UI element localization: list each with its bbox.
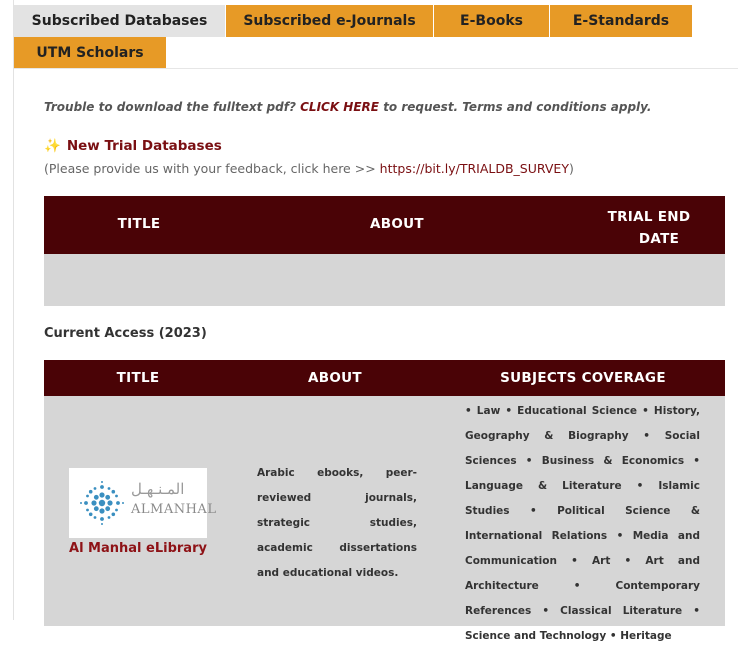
- current-col-subjects: SUBJECTS COVERAGE: [500, 370, 666, 386]
- almanhal-logo-icon: [80, 481, 124, 525]
- page-left-border: [13, 0, 14, 620]
- tab-ebooks[interactable]: E-Books: [434, 5, 549, 37]
- new-trial-heading: ✨ New Trial Databases: [44, 138, 222, 154]
- trial-col-end-date-line2: DATE: [638, 231, 680, 247]
- new-trial-title: New Trial Databases: [66, 138, 222, 154]
- almanhal-logo[interactable]: المـنـهـل ALMANHAL: [69, 468, 216, 538]
- current-table-header: TITLE ABOUT SUBJECTS COVERAGE: [44, 360, 725, 396]
- notice-suffix: to request. Terms and conditions apply.: [383, 100, 652, 114]
- trial-col-title: TITLE: [117, 216, 161, 232]
- download-notice: Trouble to download the fulltext pdf? CL…: [44, 100, 651, 114]
- current-col-title: TITLE: [116, 370, 160, 386]
- current-col-about: ABOUT: [308, 370, 362, 386]
- current-access-heading: Current Access (2023): [44, 326, 207, 341]
- feedback-suffix: ): [568, 161, 574, 176]
- click-here-link[interactable]: CLICK HERE: [300, 100, 379, 114]
- feedback-survey-link[interactable]: https://bit.ly/TRIALDB_SURVEY: [380, 161, 569, 176]
- tab-estandards[interactable]: E-Standards: [550, 5, 692, 37]
- notice-prefix: Trouble to download the fulltext pdf?: [44, 100, 296, 114]
- tab-subscribed-ejournals[interactable]: Subscribed e-Journals: [226, 5, 433, 37]
- tab-utm-scholars[interactable]: UTM Scholars: [14, 37, 166, 69]
- tab-subscribed-databases[interactable]: Subscribed Databases: [14, 5, 225, 37]
- tab-bar-divider: [14, 68, 738, 69]
- feedback-line: (Please provide us with your feedback, c…: [44, 161, 574, 176]
- trial-col-end-date: TRIAL END DATE: [584, 206, 714, 250]
- sparkle-icon: ✨: [44, 138, 61, 154]
- trial-col-about: ABOUT: [370, 216, 424, 232]
- feedback-prefix: (Please provide us with your feedback, c…: [44, 161, 376, 176]
- database-name-link[interactable]: Al Manhal eLibrary: [69, 541, 207, 556]
- logo-english-text: ALMANHAL: [131, 502, 217, 517]
- database-subjects: • Law • Educational Science • History, G…: [465, 405, 700, 642]
- database-about: Arabic ebooks, peer-reviewed journals, s…: [257, 467, 417, 579]
- trial-col-end-date-line1: TRIAL END: [607, 209, 691, 225]
- trial-table-header: TITLE ABOUT TRIAL END DATE: [44, 196, 725, 254]
- logo-arabic-text: المـنـهـل: [131, 480, 185, 498]
- table-row: المـنـهـل ALMANHAL Al Manhal eLibrary Ar…: [44, 396, 725, 642]
- trial-table-empty-row: [44, 254, 725, 306]
